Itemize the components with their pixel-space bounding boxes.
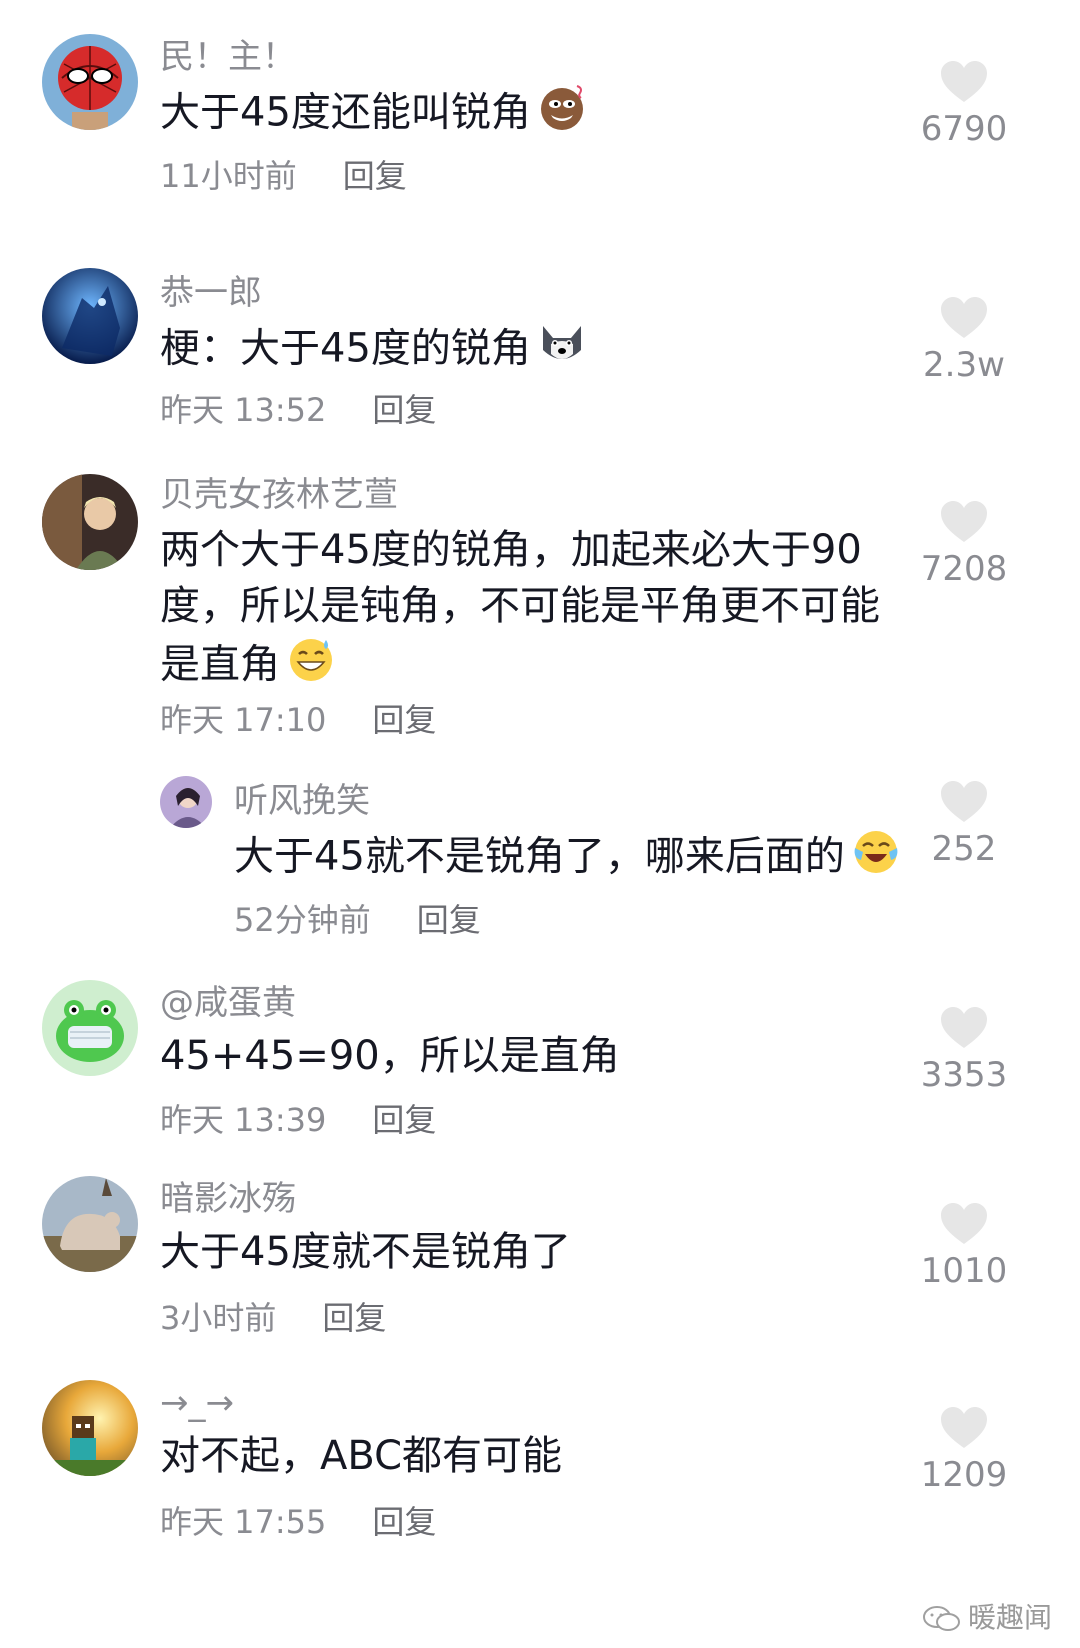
comment-text: 大于45度就不是锐角了 bbox=[160, 1224, 880, 1280]
comment-meta: 3小时前 回复 bbox=[160, 1302, 386, 1334]
heart-icon bbox=[941, 1203, 987, 1244]
reply-button[interactable]: 回复 bbox=[322, 1299, 386, 1337]
heart-icon bbox=[941, 297, 987, 338]
comment-text-content: 两个大于45度的锐角，加起来必大于90度，所以是钝角，不可能是平角更不可能是直角 bbox=[160, 527, 880, 688]
avatar[interactable] bbox=[160, 776, 212, 828]
heart-icon bbox=[941, 1007, 987, 1048]
comment-text-content: 对不起，ABC都有可能 bbox=[160, 1433, 563, 1479]
username[interactable]: @咸蛋黄 bbox=[160, 986, 296, 1020]
username[interactable]: 听风挽笑 bbox=[234, 784, 370, 818]
avatar[interactable] bbox=[42, 268, 138, 364]
husky-emoji-icon bbox=[537, 318, 587, 383]
like-count: 252 bbox=[931, 829, 997, 869]
heart-icon bbox=[941, 1407, 987, 1448]
wechat-icon bbox=[923, 1606, 960, 1631]
comment-time: 52分钟前 bbox=[234, 901, 371, 939]
comment-meta: 昨天 13:39 回复 bbox=[160, 1104, 436, 1136]
username[interactable]: →_→ bbox=[160, 1386, 234, 1420]
avatar[interactable] bbox=[42, 980, 138, 1076]
like-button[interactable]: 6790 bbox=[904, 60, 1024, 146]
heart-icon bbox=[941, 781, 987, 822]
reply-button[interactable]: 回复 bbox=[372, 1503, 436, 1541]
comment-text: 大于45就不是锐角了，哪来后面的 bbox=[234, 826, 914, 891]
reply-button[interactable]: 回复 bbox=[372, 391, 436, 429]
watermark-text: 暖趣闻 bbox=[968, 1601, 1053, 1634]
grin-sweat-emoji-icon bbox=[286, 634, 336, 699]
username[interactable]: 暗影冰殇 bbox=[160, 1182, 296, 1216]
like-count: 7208 bbox=[920, 549, 1008, 589]
comment-text-content: 45+45=90，所以是直角 bbox=[160, 1033, 620, 1079]
like-count: 1010 bbox=[920, 1251, 1008, 1291]
comment-meta: 昨天 13:52 回复 bbox=[160, 394, 436, 426]
like-count: 1209 bbox=[920, 1455, 1008, 1495]
comment-text: 梗：大于45度的锐角 bbox=[160, 318, 880, 383]
like-button[interactable]: 7208 bbox=[904, 500, 1024, 586]
like-button[interactable]: 1010 bbox=[904, 1202, 1024, 1288]
comment-time: 昨天 13:39 bbox=[160, 1101, 327, 1139]
comment-meta: 昨天 17:55 回复 bbox=[160, 1506, 436, 1538]
comment-time: 昨天 17:55 bbox=[160, 1503, 327, 1541]
comment-meta: 昨天 17:10 回复 bbox=[160, 704, 436, 736]
comment-time: 11小时前 bbox=[160, 157, 297, 195]
avatar[interactable] bbox=[42, 1176, 138, 1272]
avatar[interactable] bbox=[42, 1380, 138, 1476]
comment-time: 3小时前 bbox=[160, 1299, 277, 1337]
avatar[interactable] bbox=[42, 34, 138, 130]
laugh-cry-emoji-icon bbox=[851, 826, 901, 891]
heart-icon bbox=[941, 501, 987, 542]
comment-text: 45+45=90，所以是直角 bbox=[160, 1028, 880, 1084]
comment-meta: 11小时前 回复 bbox=[160, 160, 407, 192]
comment-time: 昨天 13:52 bbox=[160, 391, 327, 429]
like-count: 2.3w bbox=[923, 345, 1005, 385]
like-button[interactable]: 1209 bbox=[904, 1406, 1024, 1492]
reply-button[interactable]: 回复 bbox=[372, 1101, 436, 1139]
comment-time: 昨天 17:10 bbox=[160, 701, 327, 739]
comment-text: 大于45度还能叫锐角 bbox=[160, 82, 880, 147]
comment-text: 对不起，ABC都有可能 bbox=[160, 1428, 880, 1484]
like-count: 3353 bbox=[920, 1055, 1008, 1095]
comment-text-content: 大于45度还能叫锐角 bbox=[160, 89, 531, 136]
like-button[interactable]: 3353 bbox=[904, 1006, 1024, 1092]
reply-button[interactable]: 回复 bbox=[417, 901, 481, 939]
reply-button[interactable]: 回复 bbox=[372, 701, 436, 739]
avatar[interactable] bbox=[42, 474, 138, 570]
smirk-emoji-icon bbox=[537, 82, 587, 147]
like-button[interactable]: 252 bbox=[904, 780, 1024, 866]
comment-text-content: 梗：大于45度的锐角 bbox=[160, 325, 531, 372]
like-count: 6790 bbox=[920, 109, 1008, 149]
comment-text-content: 大于45度就不是锐角了 bbox=[160, 1229, 571, 1275]
comment-text-content: 大于45就不是锐角了，哪来后面的 bbox=[234, 833, 845, 880]
username[interactable]: 恭一郎 bbox=[160, 276, 262, 310]
heart-icon bbox=[941, 61, 987, 102]
reply-button[interactable]: 回复 bbox=[343, 157, 407, 195]
like-button[interactable]: 2.3w bbox=[904, 296, 1024, 382]
watermark: 暖趣闻 bbox=[922, 1596, 1052, 1636]
username[interactable]: 民！主！ bbox=[160, 40, 296, 74]
username[interactable]: 贝壳女孩林艺萱 bbox=[160, 478, 398, 512]
comment-text: 两个大于45度的锐角，加起来必大于90度，所以是钝角，不可能是平角更不可能是直角 bbox=[160, 522, 890, 699]
comment-meta: 52分钟前 回复 bbox=[234, 904, 481, 936]
